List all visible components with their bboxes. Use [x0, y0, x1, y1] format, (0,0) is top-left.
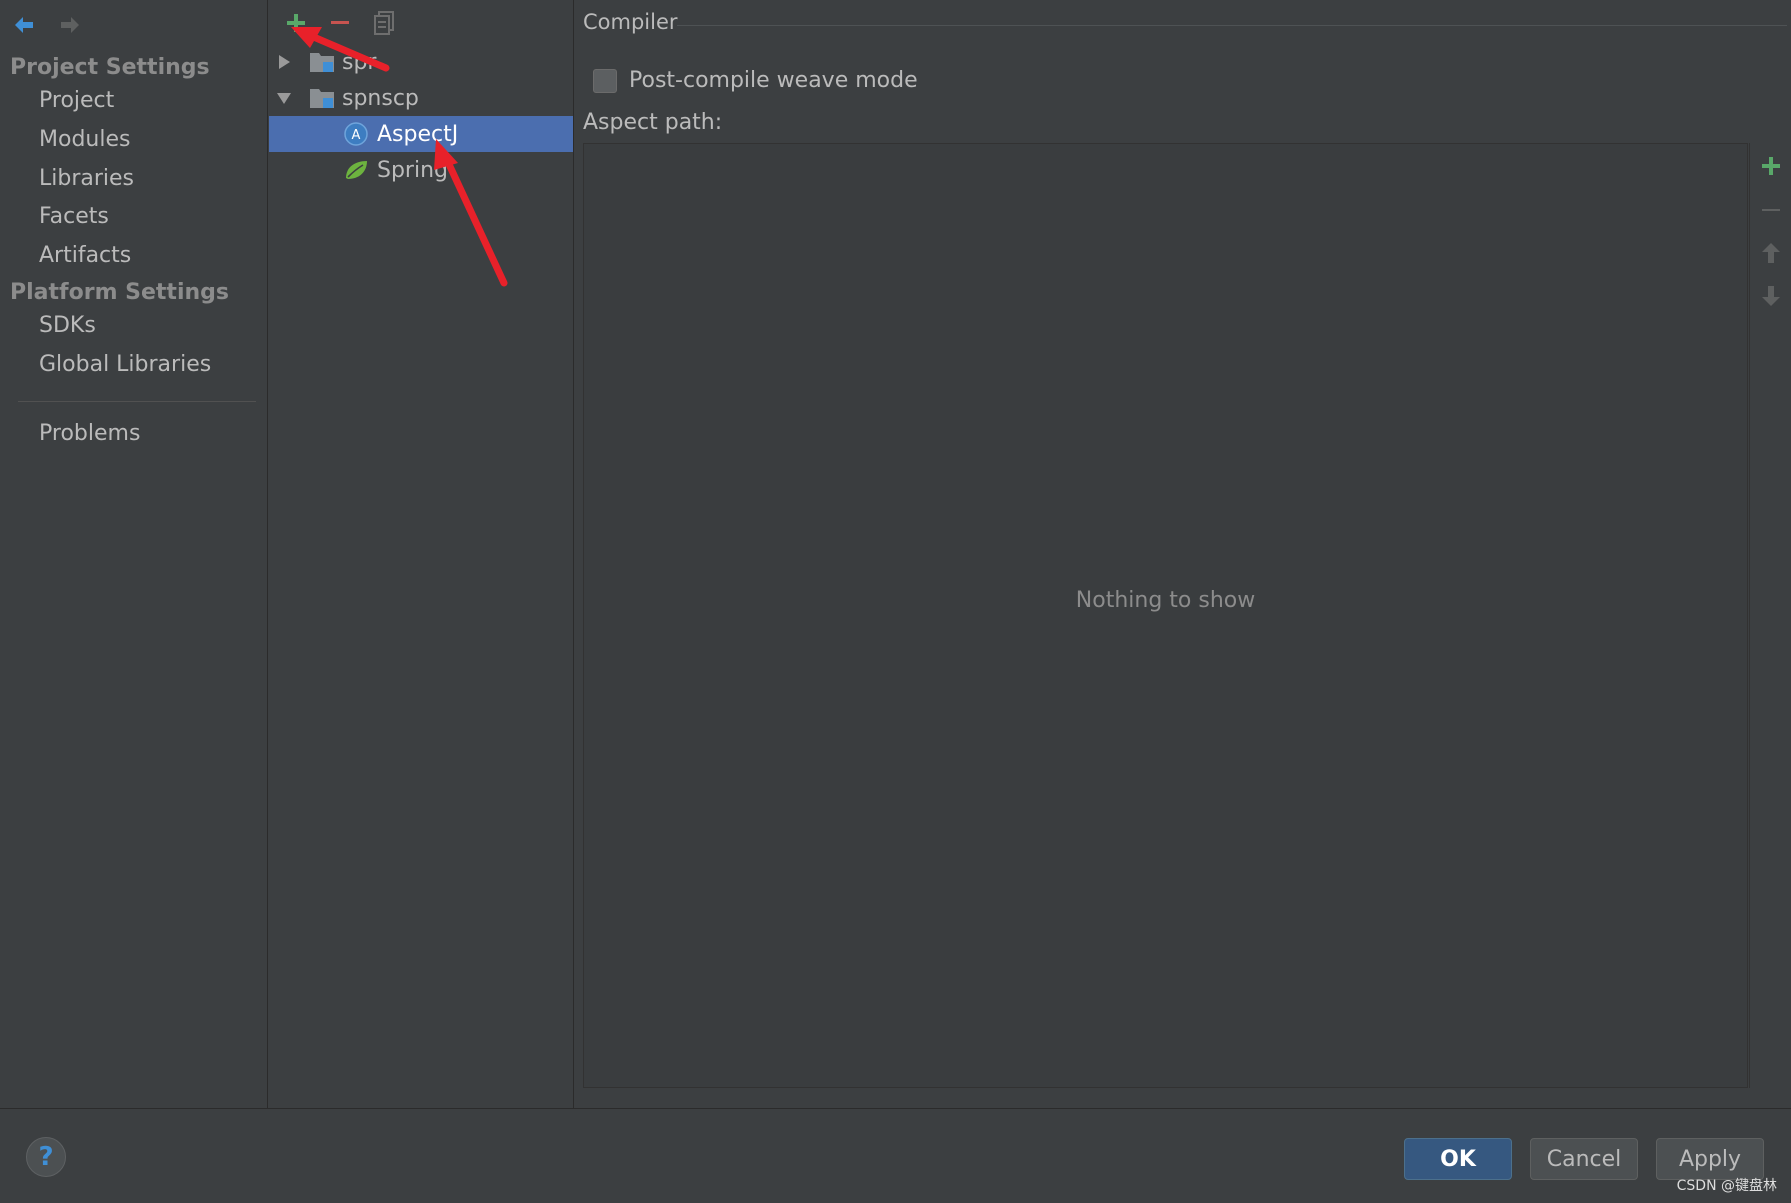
sidebar-item-artifacts[interactable]: Artifacts — [39, 243, 131, 268]
help-button[interactable]: ? — [26, 1137, 66, 1177]
aspectj-icon: A — [343, 121, 369, 147]
panel-divider — [267, 0, 268, 1108]
tree-node-label: spnscp — [342, 85, 419, 111]
remove-icon[interactable] — [1758, 197, 1784, 223]
add-icon[interactable] — [1758, 153, 1784, 179]
settings-sidebar: Project Settings Project Modules Librari… — [0, 0, 267, 1108]
expand-arrow-icon[interactable] — [275, 53, 293, 71]
sidebar-item-global-libraries[interactable]: Global Libraries — [39, 352, 211, 377]
tree-toolbar — [279, 6, 401, 40]
apply-button[interactable]: Apply — [1656, 1138, 1764, 1180]
tree-node-label: spr — [342, 49, 377, 75]
tree-node-spr[interactable]: spr — [269, 44, 573, 80]
watermark-text: CSDN @键盘林 — [1676, 1178, 1777, 1194]
tree-node-spring[interactable]: Spring — [269, 152, 573, 188]
post-compile-checkbox[interactable] — [593, 68, 617, 93]
sidebar-divider — [18, 401, 256, 402]
aspect-path-list[interactable]: Nothing to show — [583, 143, 1748, 1088]
add-icon[interactable] — [279, 6, 313, 40]
cancel-button[interactable]: Cancel — [1530, 1138, 1638, 1180]
collapse-arrow-icon[interactable] — [275, 89, 293, 107]
sidebar-item-facets[interactable]: Facets — [39, 204, 109, 229]
sidebar-item-libraries[interactable]: Libraries — [39, 166, 134, 191]
svg-text:A: A — [352, 128, 361, 143]
post-compile-option[interactable]: Post-compile weave mode — [593, 68, 918, 93]
sidebar-item-sdks[interactable]: SDKs — [39, 313, 96, 338]
empty-list-text: Nothing to show — [1075, 588, 1256, 613]
sidebar-item-problems[interactable]: Problems — [39, 421, 140, 446]
panel-divider — [573, 0, 574, 1108]
forward-arrow-icon[interactable] — [56, 11, 84, 39]
move-up-icon[interactable] — [1758, 240, 1784, 266]
module-tree-panel: spr spnscp A AspectJ Spring — [269, 0, 573, 1108]
tree-node-aspectj[interactable]: A AspectJ — [269, 116, 573, 152]
module-folder-icon — [309, 50, 335, 74]
remove-icon[interactable] — [323, 6, 357, 40]
move-down-icon[interactable] — [1758, 283, 1784, 309]
aspect-path-toolbar — [1749, 143, 1791, 1088]
copy-icon[interactable] — [367, 6, 401, 40]
tree-node-spnscp[interactable]: spnscp — [269, 80, 573, 116]
section-separator — [677, 25, 1787, 26]
navigation-arrows — [10, 8, 84, 42]
post-compile-label: Post-compile weave mode — [629, 68, 918, 93]
compiler-section-title: Compiler — [583, 10, 678, 34]
back-arrow-icon[interactable] — [10, 11, 38, 39]
project-settings-header: Project Settings — [10, 55, 210, 80]
dialog-footer: ? OK Cancel Apply CSDN @键盘林 — [0, 1108, 1791, 1203]
aspectj-facet-settings: Compiler Post-compile weave mode Aspect … — [575, 0, 1791, 1108]
aspect-path-label: Aspect path: — [583, 110, 723, 135]
ok-button[interactable]: OK — [1404, 1138, 1512, 1180]
sidebar-item-modules[interactable]: Modules — [39, 127, 130, 152]
sidebar-item-project[interactable]: Project — [39, 88, 114, 113]
tree-node-label: AspectJ — [377, 121, 459, 147]
platform-settings-header: Platform Settings — [10, 280, 229, 305]
tree-node-label: Spring — [377, 157, 448, 183]
spring-leaf-icon — [343, 158, 369, 182]
module-folder-icon — [309, 86, 335, 110]
